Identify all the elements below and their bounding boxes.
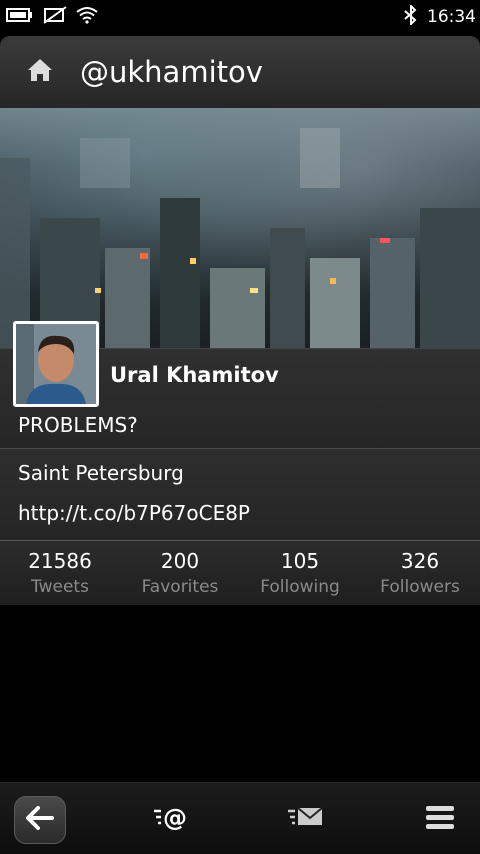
- stat-value: 326: [400, 549, 440, 573]
- profile-screen: 16:34 @ukhamitov Ural Khamitov PROBLEMS?…: [0, 0, 480, 854]
- no-sim-icon: [42, 6, 68, 28]
- clock: 16:34: [427, 7, 476, 27]
- stat-following[interactable]: 105 Following: [240, 541, 360, 605]
- bio-text: PROBLEMS?: [18, 413, 138, 437]
- stats-row: 21586 Tweets 200 Favorites 105 Following…: [0, 540, 480, 605]
- back-arrow-icon: [24, 805, 56, 835]
- stat-label: Following: [260, 577, 340, 597]
- header-bar: @ukhamitov: [0, 36, 480, 108]
- display-name: Ural Khamitov: [110, 363, 279, 387]
- menu-icon: [424, 803, 456, 835]
- stat-label: Favorites: [141, 577, 219, 597]
- stat-label: Tweets: [31, 577, 89, 597]
- location-text: Saint Petersburg: [18, 461, 184, 485]
- mentions-icon: @: [152, 802, 192, 836]
- bottom-toolbar: @: [0, 782, 480, 854]
- home-icon: [26, 57, 54, 87]
- stat-tweets[interactable]: 21586 Tweets: [0, 541, 120, 605]
- page-title: @ukhamitov: [80, 55, 263, 89]
- profile-section: Ural Khamitov PROBLEMS?: [0, 321, 480, 449]
- stat-value: 21586: [28, 549, 92, 573]
- menu-button[interactable]: [420, 799, 460, 839]
- avatar[interactable]: [13, 321, 99, 407]
- stat-value: 200: [160, 549, 200, 573]
- back-button[interactable]: [14, 796, 66, 844]
- mentions-button[interactable]: @: [150, 799, 194, 839]
- battery-icon: [6, 7, 34, 27]
- profile-link[interactable]: http://t.co/b7P67oCE8P: [18, 501, 250, 525]
- stat-followers[interactable]: 326 Followers: [360, 541, 480, 605]
- profile-info: Saint Petersburg http://t.co/b7P67oCE8P: [0, 448, 480, 541]
- stat-favorites[interactable]: 200 Favorites: [120, 541, 240, 605]
- wifi-icon: [76, 6, 98, 28]
- svg-text:@: @: [163, 804, 187, 832]
- stat-value: 105: [280, 549, 320, 573]
- status-bar: 16:34: [0, 0, 480, 34]
- direct-messages-icon: [286, 802, 326, 836]
- direct-messages-button[interactable]: [284, 799, 328, 839]
- stat-label: Followers: [380, 577, 460, 597]
- profile-banner-image: [0, 108, 480, 348]
- home-button[interactable]: [20, 52, 60, 92]
- bluetooth-icon: [403, 3, 421, 29]
